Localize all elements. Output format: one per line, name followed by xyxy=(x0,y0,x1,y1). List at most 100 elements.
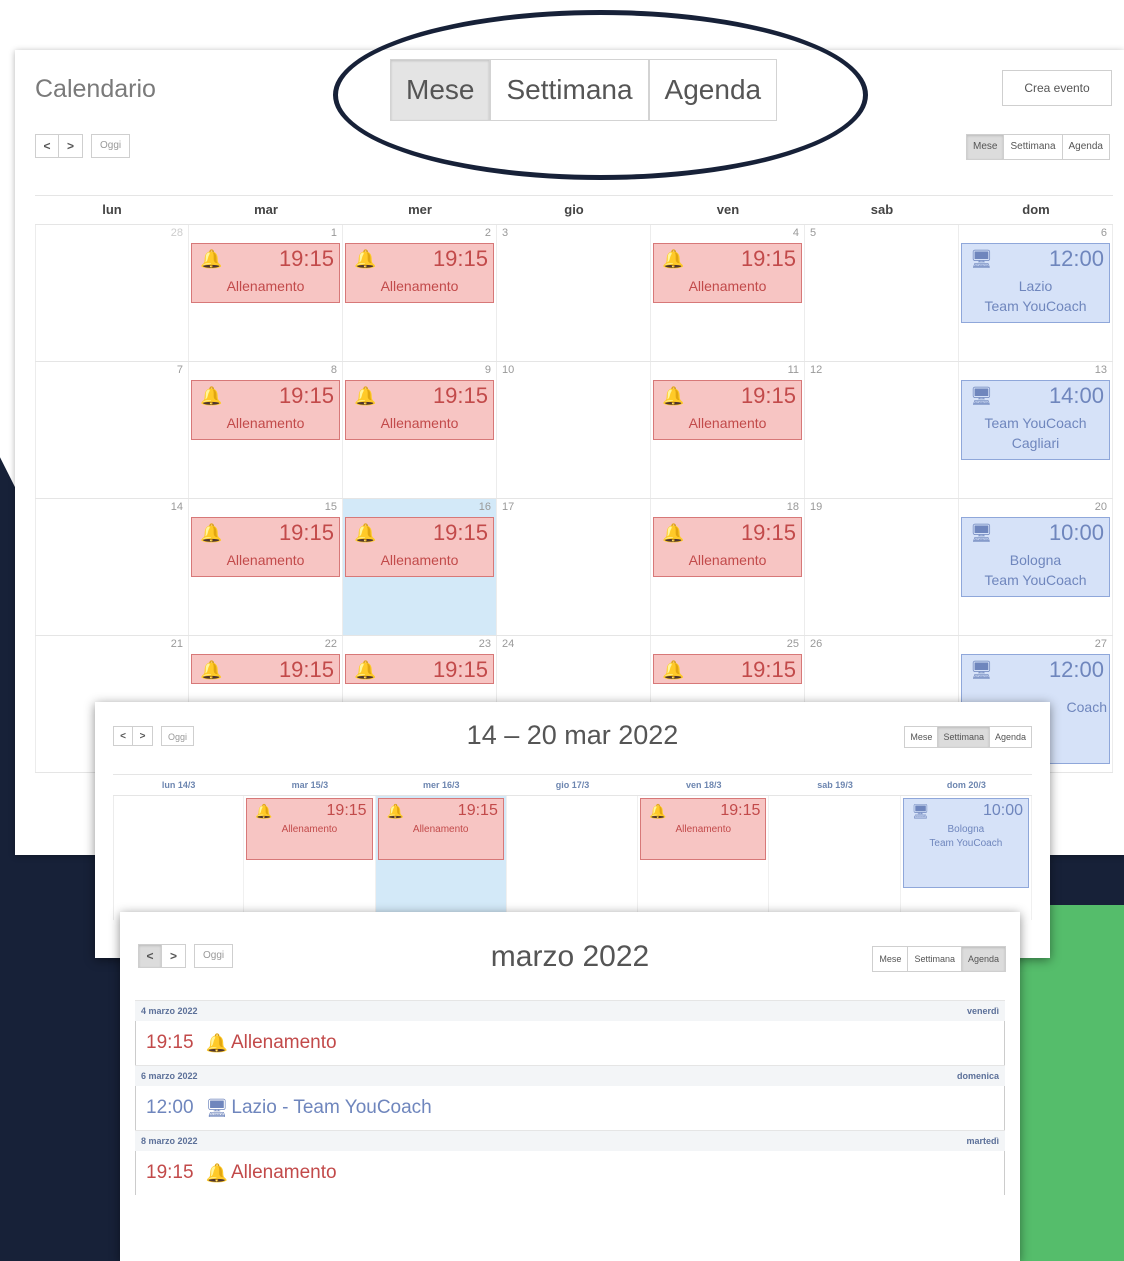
day-column[interactable]: 🔔 19:15 Allenamento xyxy=(244,796,376,920)
monitor-icon: 🖥 xyxy=(911,803,930,819)
tab-month[interactable]: Mese xyxy=(966,134,1005,160)
day-cell[interactable]: 11 🔔 19:15 Allenamento xyxy=(651,362,805,498)
day-cell[interactable]: 8 🔔 19:15 Allenamento xyxy=(189,362,343,498)
bell-icon: 🔔 xyxy=(354,660,377,680)
day-cell[interactable]: 7 xyxy=(35,362,189,498)
day-number: 4 xyxy=(792,227,799,239)
tab-week[interactable]: Settimana xyxy=(1004,134,1063,160)
training-event[interactable]: 🔔 19:15 xyxy=(191,654,340,684)
day-column[interactable] xyxy=(769,796,901,920)
match-event[interactable]: 🖥 10:00 Bologna Team YouCoach xyxy=(961,517,1110,597)
day-cell[interactable]: 4 🔔 19:15 Allenamento xyxy=(651,225,805,361)
day-number: 7 xyxy=(176,364,183,376)
training-event[interactable]: 🔔 19:15 Allenamento xyxy=(640,798,767,860)
tab-agenda[interactable]: Agenda xyxy=(961,946,1006,972)
training-event[interactable]: 🔔 19:15 Allenamento xyxy=(653,517,802,577)
tab-month[interactable]: Mese xyxy=(872,946,909,972)
day-number: 11 xyxy=(787,364,799,376)
day-cell[interactable]: 5 xyxy=(805,225,959,361)
bell-icon: 🔔 xyxy=(662,523,685,543)
event-title: Allenamento xyxy=(226,415,305,431)
match-event[interactable]: 🖥 12:00 Lazio Team YouCoach xyxy=(961,243,1110,323)
agenda-item[interactable]: 19:15 🔔 Allenamento xyxy=(135,1151,1005,1195)
tab-week[interactable]: Settimana xyxy=(938,726,990,748)
weekday-label: mar xyxy=(254,202,278,217)
day-column-today[interactable]: 🔔 19:15 Allenamento xyxy=(375,796,507,920)
day-column[interactable] xyxy=(113,796,245,920)
event-title: Team YouCoach Cagliari xyxy=(984,415,1087,451)
training-event[interactable]: 🔔 19:15 Allenamento xyxy=(246,798,373,860)
day-number: 5 xyxy=(810,227,817,239)
day-number: 13 xyxy=(1094,364,1107,376)
training-event[interactable]: 🔔 19:15 Allenamento xyxy=(345,517,494,577)
day-column[interactable]: 🔔 19:15 Allenamento xyxy=(638,796,770,920)
event-time: 19:15 xyxy=(740,520,796,545)
tab-agenda[interactable]: Agenda xyxy=(1062,134,1110,160)
weekday-label: lun 14/3 xyxy=(161,780,196,790)
weekday-header: lun mar mer gio ven sab dom xyxy=(35,195,1113,225)
day-cell[interactable]: 3 xyxy=(497,225,651,361)
training-event[interactable]: 🔔 19:15 Allenamento xyxy=(191,380,340,440)
agenda-time: 19:15 xyxy=(146,1032,194,1053)
event-title: Allenamento xyxy=(380,415,459,431)
week-row: 28 1 🔔 19:15 Allenamento 2 🔔 19:15 Allenamen… xyxy=(35,225,1113,362)
day-number: 6 xyxy=(1100,227,1107,239)
agenda-item[interactable]: 12:00 🖥 Lazio - Team YouCoach xyxy=(135,1086,1005,1130)
bell-icon: 🔔 xyxy=(200,523,223,543)
day-cell[interactable]: 13 🖥 14:00 Team YouCoach Cagliari xyxy=(959,362,1113,498)
day-cell[interactable]: 19 xyxy=(805,499,959,635)
day-cell[interactable]: 1 🔔 19:15 Allenamento xyxy=(189,225,343,361)
day-cell[interactable]: 15 🔔 19:15 Allenamento xyxy=(189,499,343,635)
day-cell[interactable]: 10 xyxy=(497,362,651,498)
event-title: Allenamento xyxy=(688,278,767,294)
match-event[interactable]: 🖥 10:00 Bologna Team YouCoach xyxy=(902,798,1029,888)
day-cell[interactable]: 9 🔔 19:15 Allenamento xyxy=(343,362,497,498)
day-cell[interactable]: 2 🔔 19:15 Allenamento xyxy=(343,225,497,361)
agenda-date: 6 marzo 2022 xyxy=(141,1071,198,1081)
day-cell[interactable]: 12 xyxy=(805,362,959,498)
agenda-item[interactable]: 19:15 🔔 Allenamento xyxy=(135,1021,1005,1065)
day-cell[interactable]: 28 xyxy=(35,225,189,361)
day-cell[interactable]: 20 🖥 10:00 Bologna Team YouCoach xyxy=(959,499,1113,635)
event-time: 12:00 xyxy=(1048,657,1104,682)
tab-agenda-large[interactable]: Agenda xyxy=(648,59,778,121)
today-button[interactable]: Oggi xyxy=(91,134,131,158)
next-button[interactable]: > xyxy=(59,134,83,158)
day-cell[interactable]: 17 xyxy=(497,499,651,635)
event-title: Allenamento xyxy=(688,552,767,568)
day-cell-today[interactable]: 16 🔔 19:15 Allenamento xyxy=(343,499,497,635)
tab-agenda[interactable]: Agenda xyxy=(989,726,1032,748)
tab-week[interactable]: Settimana xyxy=(908,946,962,972)
tab-month-large[interactable]: Mese xyxy=(390,59,491,121)
agenda-view-panel: < > Oggi marzo 2022 Mese Settimana Agend… xyxy=(120,912,1020,1261)
day-column[interactable]: 🖥 10:00 Bologna Team YouCoach xyxy=(901,796,1032,920)
training-event[interactable]: 🔔 19:15 Allenamento xyxy=(653,380,802,440)
create-event-button[interactable]: Crea evento xyxy=(1002,70,1112,106)
tab-week-large[interactable]: Settimana xyxy=(490,59,649,121)
day-cell[interactable]: 18 🔔 19:15 Allenamento xyxy=(651,499,805,635)
monitor-icon: 🖥 xyxy=(970,249,993,269)
day-number: 12 xyxy=(810,364,823,376)
day-cell[interactable]: 14 xyxy=(35,499,189,635)
weekday-label: ven 18/3 xyxy=(686,780,722,790)
day-number: 18 xyxy=(786,501,799,513)
training-event[interactable]: 🔔 19:15 Allenamento xyxy=(345,243,494,303)
training-event[interactable]: 🔔 19:15 Allenamento xyxy=(191,517,340,577)
agenda-time: 12:00 xyxy=(146,1097,194,1118)
day-cell[interactable]: 6 🖥 12:00 Lazio Team YouCoach xyxy=(959,225,1113,361)
training-event[interactable]: 🔔 19:15 Allenamento xyxy=(345,380,494,440)
prev-button[interactable]: < xyxy=(35,134,59,158)
bell-icon: 🔔 xyxy=(354,523,377,543)
day-column[interactable] xyxy=(507,796,639,920)
month-grid: lun mar mer gio ven sab dom 28 1 🔔 19:15 A… xyxy=(35,195,1113,773)
training-event[interactable]: 🔔 19:15 xyxy=(345,654,494,684)
view-switch-small: Mese Settimana Agenda xyxy=(966,134,1110,160)
event-title: Lazio Team YouCoach xyxy=(984,278,1087,314)
training-event[interactable]: 🔔 19:15 Allenamento xyxy=(191,243,340,303)
match-event[interactable]: 🖥 14:00 Team YouCoach Cagliari xyxy=(961,380,1110,460)
event-title: Allenamento xyxy=(675,824,732,835)
tab-month[interactable]: Mese xyxy=(904,726,939,748)
training-event[interactable]: 🔔 19:15 xyxy=(653,654,802,684)
training-event[interactable]: 🔔 19:15 Allenamento xyxy=(377,798,504,860)
training-event[interactable]: 🔔 19:15 Allenamento xyxy=(653,243,802,303)
